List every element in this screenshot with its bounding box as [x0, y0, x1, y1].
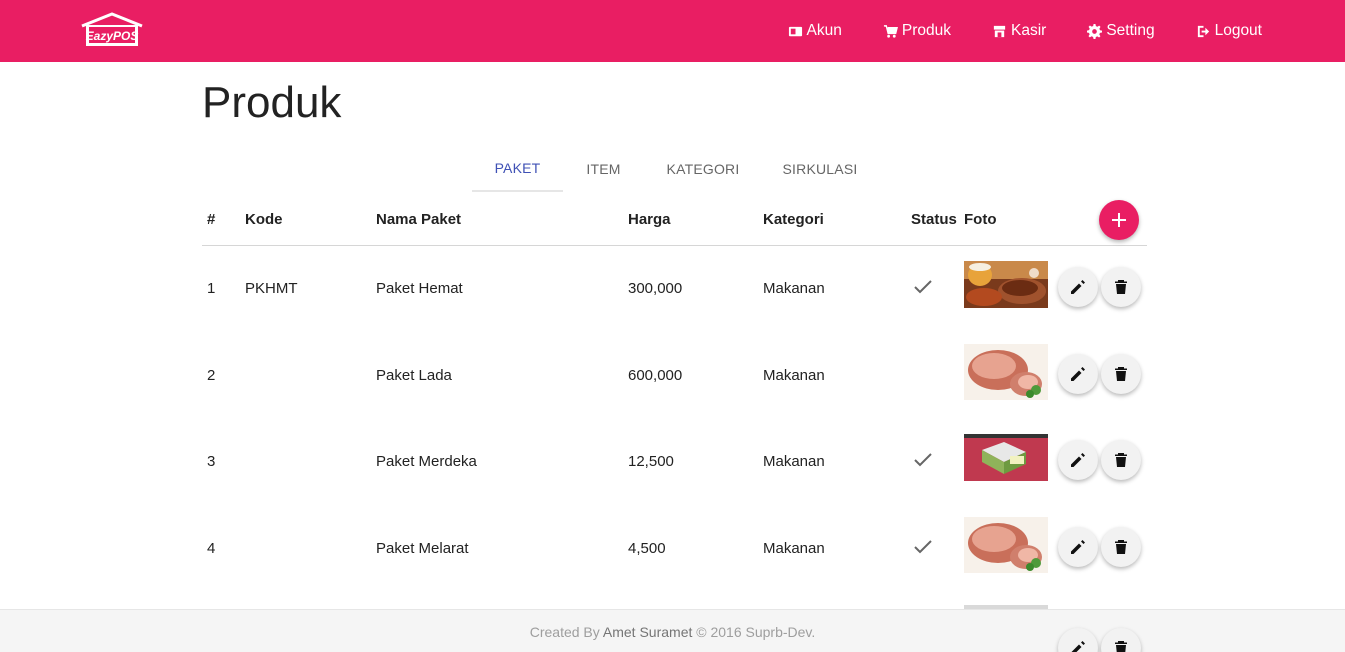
cell-nama: Paket Hemat	[376, 280, 463, 297]
product-tabs: PAKET ITEM KATEGORI SIRKULASI	[472, 146, 878, 193]
pencil-icon	[1071, 453, 1085, 467]
trash-icon	[1115, 453, 1127, 467]
ham-roast-image	[964, 516, 1048, 573]
nav-item-label: Kasir	[1010, 22, 1047, 39]
column-header-foto: Foto	[964, 211, 997, 228]
plus-icon	[1112, 213, 1126, 227]
cell-nama: Paket Merdeka	[376, 453, 477, 470]
delete-button[interactable]	[1101, 353, 1141, 394]
tab-kategori[interactable]: KATEGORI	[644, 146, 762, 192]
nav-item-label: Akun	[806, 22, 842, 39]
trash-icon	[1115, 366, 1127, 381]
nav-item-label: Produk	[901, 22, 951, 39]
nav-item-akun[interactable]: Akun	[788, 22, 842, 40]
cart-icon	[883, 24, 898, 38]
footer-copyright: © 2016 Suprb-Dev.	[696, 624, 816, 640]
nav-item-produk[interactable]: Produk	[883, 22, 951, 40]
check-icon	[914, 539, 932, 553]
tab-paket[interactable]: PAKET	[472, 146, 563, 192]
table-row: 3 Paket Merdeka 12,500 Makanan	[202, 419, 1147, 506]
nav-item-label: Logout	[1214, 22, 1262, 39]
food-platter-image	[964, 261, 1048, 308]
product-photo	[964, 261, 1048, 308]
delete-button[interactable]	[1101, 440, 1141, 480]
id-card-icon	[788, 26, 802, 36]
store-icon	[993, 25, 1006, 37]
table-row: 1 PKHMT Paket Hemat 300,000 Makanan	[202, 246, 1147, 333]
pencil-icon	[1071, 539, 1085, 554]
footer-prefix: Created By	[529, 624, 600, 640]
cell-nama: Paket Melarat	[376, 539, 469, 557]
column-header-harga: Harga	[628, 211, 671, 228]
product-photo	[964, 516, 1048, 573]
edit-button[interactable]	[1058, 353, 1098, 394]
table-row: 2 Paket Lada 600,000 Makanan	[202, 333, 1147, 420]
cell-number: 2	[207, 366, 216, 384]
edit-button[interactable]	[1058, 267, 1098, 307]
page-footer: Created By Amet Suramet © 2016 Suprb-Dev…	[0, 609, 1345, 652]
red-promo-image	[964, 434, 1048, 481]
cell-harga: 600,000	[628, 366, 683, 384]
cell-kategori: Makanan	[763, 453, 825, 470]
nav-item-logout[interactable]: Logout	[1196, 22, 1262, 40]
cell-kategori: Makanan	[763, 539, 825, 557]
cell-number: 3	[207, 453, 216, 470]
page-title: Produk	[202, 78, 342, 127]
product-photo	[964, 343, 1048, 400]
table-header: # Kode Nama Paket Harga Kategori Status …	[202, 196, 1147, 246]
cell-number: 1	[207, 280, 216, 297]
delete-button[interactable]	[1101, 267, 1141, 307]
top-navbar: EazyPOS Akun Produk Kasir Setting Logout	[0, 0, 1345, 62]
logout-icon	[1197, 25, 1209, 37]
cell-harga: 4,500	[628, 539, 666, 557]
gear-icon	[1087, 23, 1103, 39]
pencil-icon	[1071, 280, 1085, 294]
cell-kode: PKHMT	[245, 280, 298, 297]
pencil-icon	[1071, 366, 1085, 381]
check-icon	[914, 280, 932, 294]
nav-menu: Akun Produk Kasir Setting Logout	[747, 0, 1262, 62]
delete-button[interactable]	[1101, 526, 1141, 567]
edit-button[interactable]	[1058, 526, 1098, 567]
cell-kategori: Makanan	[763, 366, 825, 384]
trash-icon	[1115, 280, 1127, 294]
table-row: 4 Paket Melarat 4,500 Makanan	[202, 506, 1147, 593]
column-header-kategori: Kategori	[763, 211, 824, 228]
cell-number: 4	[207, 539, 216, 557]
pencil-icon	[1071, 641, 1085, 652]
column-header-status: Status	[911, 211, 957, 228]
column-header-kode: Kode	[245, 211, 283, 228]
trash-icon	[1115, 539, 1127, 554]
svg-text:EazyPOS: EazyPOS	[86, 29, 139, 43]
eazypos-logo[interactable]: EazyPOS	[80, 12, 144, 50]
paket-table: # Kode Nama Paket Harga Kategori Status …	[202, 196, 1147, 592]
nav-item-label: Setting	[1106, 22, 1155, 39]
nav-item-kasir[interactable]: Kasir	[992, 22, 1046, 40]
footer-author: Amet Suramet	[602, 624, 693, 640]
tab-sirkulasi[interactable]: SIRKULASI	[762, 146, 878, 192]
product-photo	[964, 434, 1048, 481]
trash-icon	[1115, 641, 1127, 652]
cell-kategori: Makanan	[763, 280, 825, 297]
edit-button[interactable]	[1058, 440, 1098, 480]
add-paket-button[interactable]	[1099, 200, 1139, 240]
logo-icon: EazyPOS	[81, 12, 143, 46]
column-header-nama: Nama Paket	[376, 211, 462, 228]
ham-roast-image	[964, 343, 1048, 400]
column-header-number: #	[207, 211, 216, 228]
check-icon	[914, 453, 932, 467]
nav-item-setting[interactable]: Setting	[1087, 22, 1155, 40]
tab-item[interactable]: ITEM	[563, 146, 644, 192]
cell-harga: 12,500	[628, 453, 674, 470]
cell-nama: Paket Lada	[376, 366, 452, 384]
cell-harga: 300,000	[628, 280, 683, 297]
